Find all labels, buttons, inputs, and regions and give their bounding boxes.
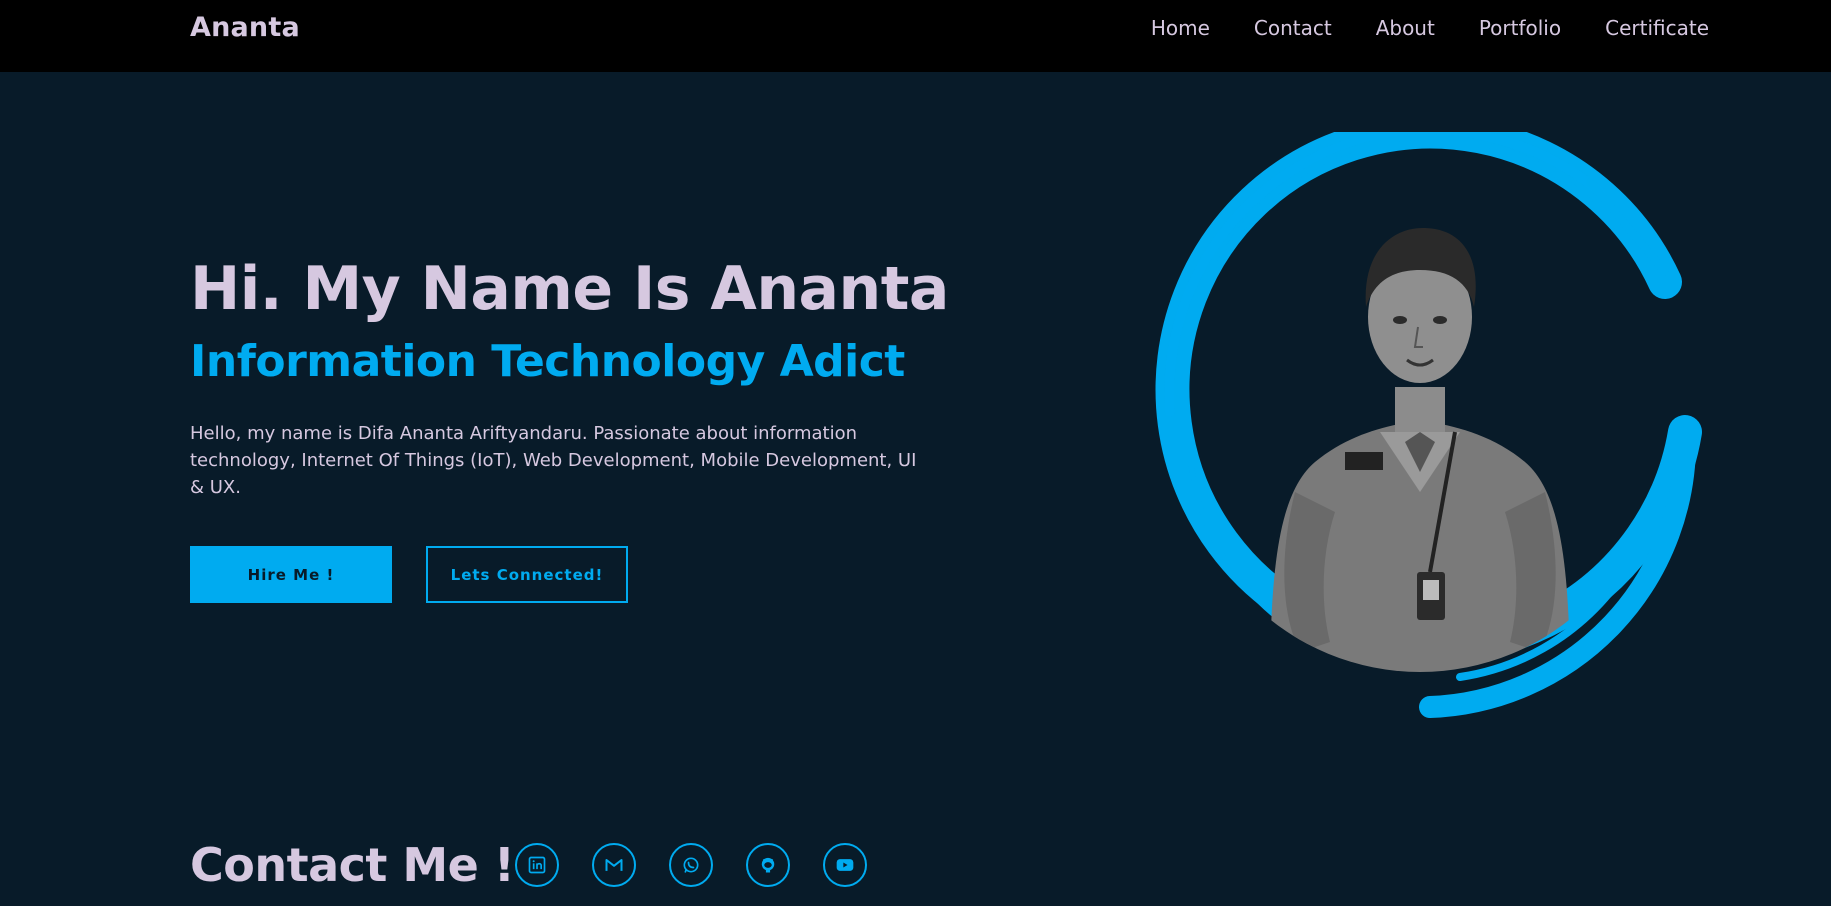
hire-me-button[interactable]: Hire Me !	[190, 546, 392, 603]
lets-connected-button[interactable]: Lets Connected!	[426, 546, 628, 603]
brush-ring-portrait	[1155, 114, 1702, 718]
gmail-icon[interactable]	[592, 843, 636, 887]
hero-description: Hello, my name is Difa Ananta Ariftyanda…	[190, 423, 917, 498]
site-logo[interactable]: Ananta	[190, 12, 300, 43]
hero-title: Hi. My Name Is Ananta	[190, 254, 949, 324]
nav-contact[interactable]: Contact	[1254, 16, 1332, 40]
github-icon[interactable]	[746, 843, 790, 887]
nav-about[interactable]: About	[1376, 16, 1435, 40]
social-links	[515, 843, 867, 887]
linkedin-icon[interactable]	[515, 843, 559, 887]
nav-portfolio[interactable]: Portfolio	[1479, 16, 1561, 40]
youtube-icon[interactable]	[823, 843, 867, 887]
nav-certificate[interactable]: Certificate	[1605, 16, 1709, 40]
hero-subtitle: Information Technology Adict	[190, 336, 905, 387]
whatsapp-icon[interactable]	[669, 843, 713, 887]
nav-home[interactable]: Home	[1151, 16, 1210, 40]
site-header: Ananta Home Contact About Portfolio Cert…	[0, 0, 1831, 72]
contact-title: Contact Me !	[190, 838, 515, 892]
main-nav: Home Contact About Portfolio Certificate	[1151, 16, 1709, 40]
profile-photo	[1130, 114, 1710, 727]
